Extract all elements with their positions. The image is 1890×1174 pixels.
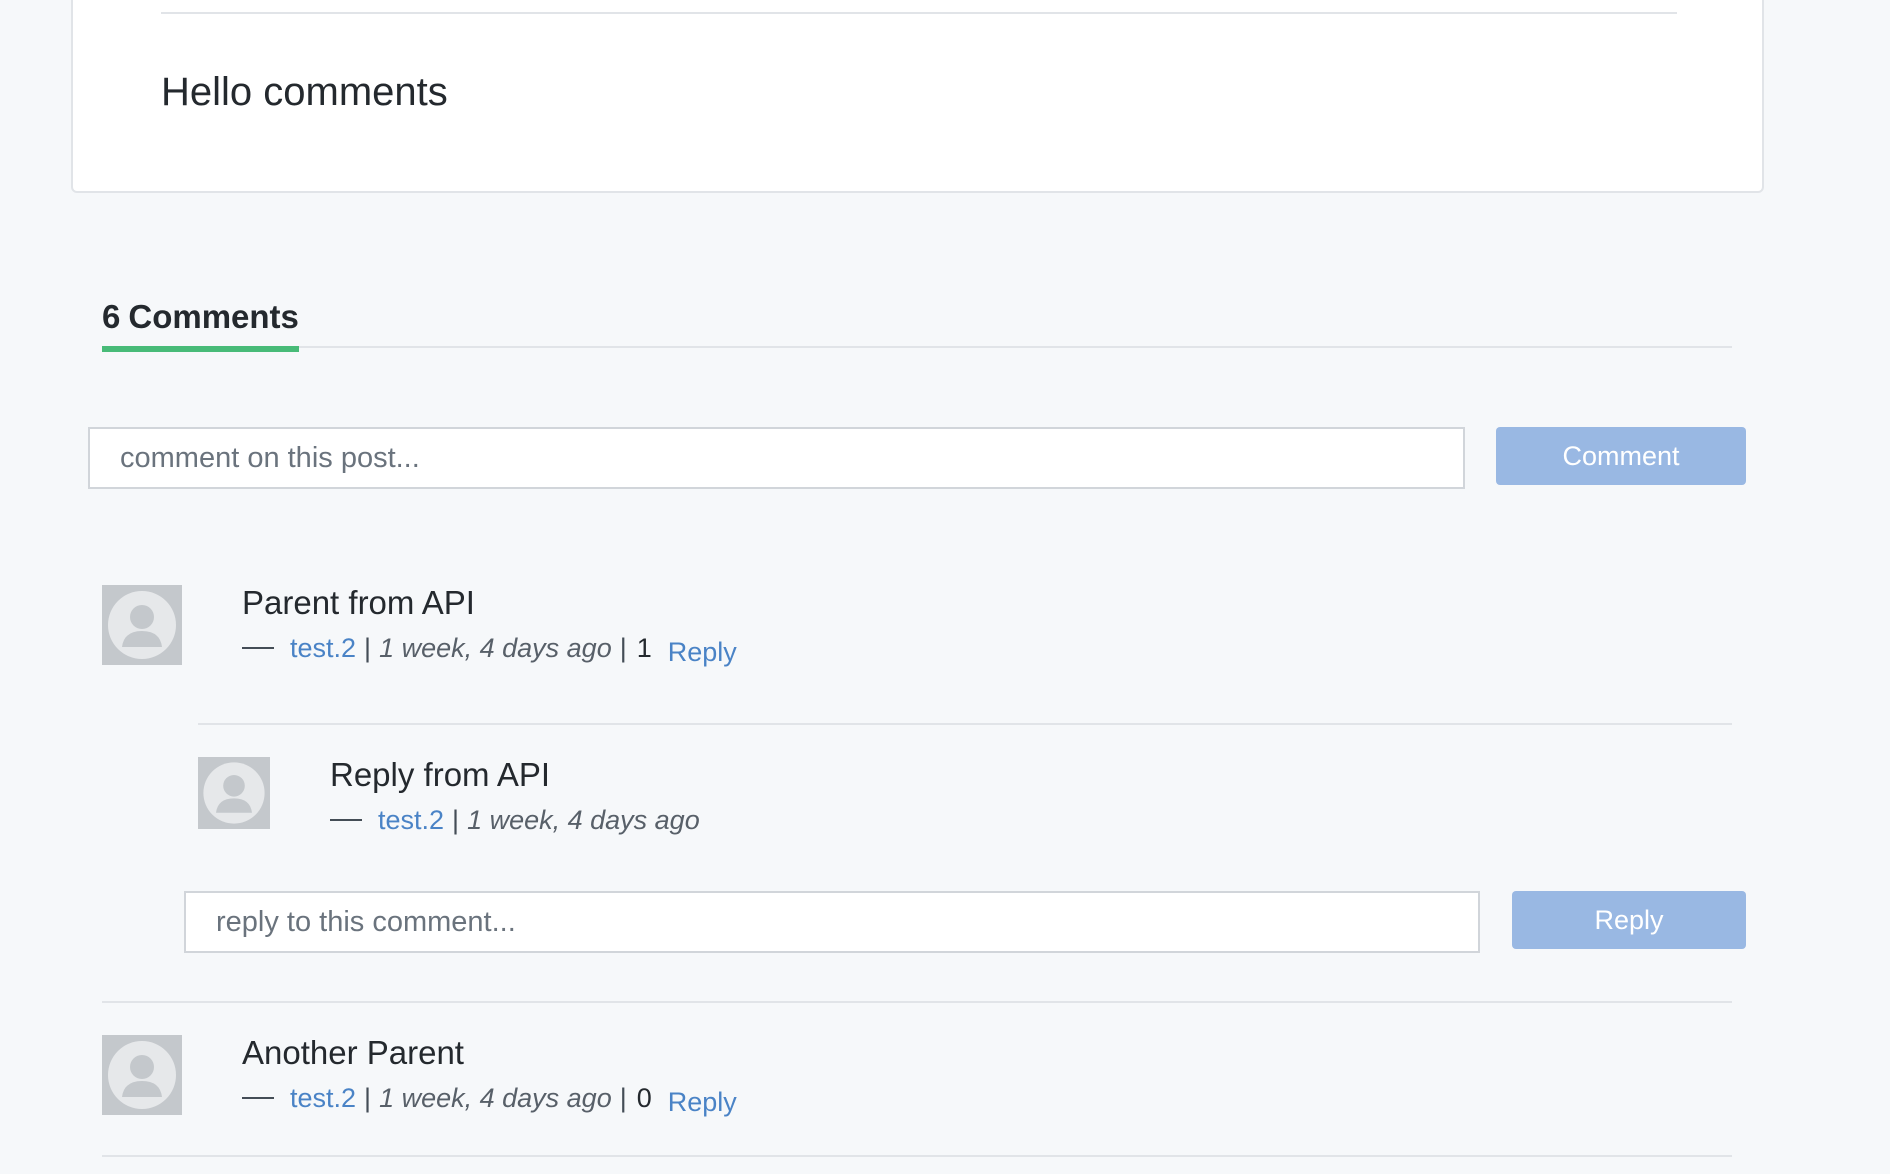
separator: | <box>619 633 627 663</box>
user-avatar-icon <box>198 757 270 829</box>
reply-link[interactable]: Reply <box>668 637 737 668</box>
comment-time: 1 week, 4 days ago <box>379 1083 612 1113</box>
comments-label: Comments <box>128 298 299 335</box>
comment-title: Another Parent <box>242 1034 464 1071</box>
comment-input[interactable] <box>88 427 1465 489</box>
comment-author-link[interactable]: test.2 <box>290 633 356 664</box>
user-avatar-icon <box>102 1035 182 1115</box>
reply-input[interactable] <box>184 891 1480 953</box>
post-card: Hello comments <box>71 0 1764 193</box>
post-body: Hello comments <box>161 70 448 114</box>
dash <box>330 819 362 821</box>
comment-title: Parent from API <box>242 584 475 621</box>
reply-time: 1 week, 4 days ago <box>467 805 700 835</box>
reply-author-link[interactable]: test.2 <box>378 805 444 836</box>
avatar <box>102 585 182 665</box>
comment-meta: test.2 | 1 week, 4 days ago | 0 Reply <box>242 1083 737 1117</box>
divider <box>102 1155 1732 1157</box>
dash <box>242 647 274 649</box>
separator: | <box>452 805 460 835</box>
reply-title: Reply from API <box>330 756 551 793</box>
avatar <box>102 1035 182 1115</box>
reply-count: 0 <box>636 1083 652 1113</box>
dash <box>242 1097 274 1099</box>
reply-count: 1 <box>636 633 652 663</box>
comment-time: 1 week, 4 days ago <box>379 633 612 663</box>
user-avatar-icon <box>102 585 182 665</box>
separator: | <box>619 1083 627 1113</box>
comment-meta: test.2 | 1 week, 4 days ago | 1 Reply <box>242 633 737 667</box>
comments-title: 6 Comments <box>102 298 299 352</box>
reply-link[interactable]: Reply <box>668 1087 737 1118</box>
separator: | <box>364 1083 372 1113</box>
post-divider <box>161 12 1677 14</box>
reply-button[interactable]: Reply <box>1512 891 1746 949</box>
comment-button[interactable]: Comment <box>1496 427 1746 485</box>
divider <box>102 1001 1732 1003</box>
comments-header: 6 Comments <box>102 294 1732 352</box>
comments-count: 6 <box>102 298 121 335</box>
divider <box>198 723 1732 725</box>
separator: | <box>364 633 372 663</box>
avatar <box>198 757 270 829</box>
reply-meta: test.2 | 1 week, 4 days ago <box>330 805 700 836</box>
comment-author-link[interactable]: test.2 <box>290 1083 356 1114</box>
